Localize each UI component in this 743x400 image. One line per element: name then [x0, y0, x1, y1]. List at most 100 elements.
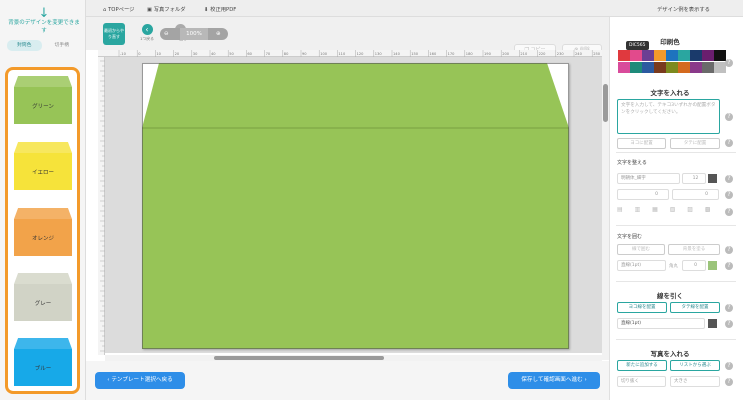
format-text-title: 文字を整える — [617, 160, 647, 166]
ruler-label: 120 — [357, 52, 365, 56]
palette-swatch[interactable] — [642, 62, 654, 73]
crop-select[interactable]: 切り抜く — [617, 376, 666, 387]
ruler-label: 150 — [411, 52, 419, 56]
help-icon[interactable]: ? — [725, 175, 733, 183]
border-button[interactable]: 線で囲む — [617, 244, 665, 255]
help-icon[interactable]: ? — [725, 304, 733, 312]
add-new-photo-button[interactable]: 新たに追加する — [617, 360, 667, 371]
palette-swatch[interactable] — [690, 50, 702, 61]
ruler-label: 130 — [375, 52, 383, 56]
palette-swatch[interactable] — [690, 62, 702, 73]
ruler-label: 110 — [338, 52, 346, 56]
save-and-confirm-button[interactable]: 保存して確認画面へ進む › — [508, 372, 600, 389]
palette-swatch[interactable] — [678, 62, 690, 73]
right-panel: 印刷色 DIC565 ? 文字を入れる 文字を入力して、テキコ3いずれかの配置ボ… — [609, 17, 743, 400]
place-horizontal-line-button[interactable]: ヨコ線を配置 — [617, 302, 667, 313]
help-icon[interactable]: ? — [725, 208, 733, 216]
ruler-label: 40 — [211, 52, 216, 56]
ruler-label: 70 — [266, 52, 271, 56]
ruler-label: 230 — [557, 52, 565, 56]
color-option-gray[interactable]: グレー — [14, 273, 72, 321]
help-icon[interactable]: ? — [725, 246, 733, 254]
photo-folder-link[interactable]: ▣ 写真フォルダ — [147, 5, 186, 13]
palette-swatch[interactable] — [642, 50, 654, 61]
choose-from-list-button[interactable]: リストから選ぶ — [670, 360, 720, 371]
line-spacing-input[interactable]: 0 — [672, 189, 719, 200]
place-horizontal-button[interactable]: ヨコに配置 — [617, 138, 666, 149]
help-icon[interactable]: ? — [725, 113, 733, 121]
line-style-select[interactable]: 直線(1pt) — [617, 318, 705, 329]
ruler-label: 100 — [320, 52, 328, 56]
envelope-flap — [142, 63, 569, 128]
top-page-link[interactable]: ⌂ TOPページ — [103, 5, 134, 13]
corner-radius-input[interactable]: 0 — [682, 260, 706, 271]
letter-spacing-input[interactable]: 0 — [617, 189, 669, 200]
proof-pdf-link[interactable]: ⬇ 校正用PDF — [204, 5, 236, 13]
font-color-swatch[interactable] — [708, 174, 717, 183]
color-option-green[interactable]: グリーン — [14, 76, 72, 124]
color-palette — [618, 50, 726, 74]
palette-swatch[interactable] — [702, 62, 714, 73]
photo-size-select[interactable]: 大きさ — [670, 376, 720, 387]
palette-swatch[interactable] — [654, 62, 666, 73]
ruler-label: 160 — [429, 52, 437, 56]
tab-stamp-pattern[interactable]: 切手柄 — [45, 40, 80, 51]
zoom-out-icon[interactable]: ⊖ — [164, 28, 169, 40]
palette-swatch[interactable] — [666, 62, 678, 73]
restart-button[interactable]: 最初からやり直す — [103, 23, 125, 45]
proof-pdf-label: 校正用PDF — [210, 7, 237, 13]
place-vertical-line-button[interactable]: タテ線を配置 — [670, 302, 720, 313]
help-icon[interactable]: ? — [725, 262, 733, 270]
ruler-label: 250 — [593, 52, 601, 56]
help-icon[interactable]: ? — [725, 362, 733, 370]
bottom-bar: ‹ テンプレート選択へ戻る 保存して確認画面へ進む › — [86, 361, 609, 400]
vertical-scroll-thumb[interactable] — [603, 84, 608, 122]
ruler-label: 30 — [193, 52, 198, 56]
border-line-select[interactable]: 直線(1pt) — [617, 260, 666, 271]
text-input[interactable]: 文字を入力して、テキコ3いずれかの配置ボタンをクリックしてください。 — [617, 99, 720, 134]
color-option-blue[interactable]: ブルー — [14, 338, 72, 386]
back-to-template-button[interactable]: ‹ テンプレート選択へ戻る — [95, 372, 185, 389]
palette-swatch[interactable] — [630, 50, 642, 61]
zoom-in-icon[interactable]: ⊕ — [216, 28, 221, 40]
color-option-orange[interactable]: オレンジ — [14, 208, 72, 256]
show-design-examples-link[interactable]: デザイン例を表示する — [657, 5, 710, 13]
hint-text: 背景のデザインを変更できます — [8, 20, 80, 34]
zoom-control: ⊖ 100% ⊕ — [160, 28, 228, 40]
color-option-label: オレンジ — [31, 236, 54, 242]
border-color-swatch[interactable] — [708, 261, 717, 270]
palette-swatch[interactable] — [666, 50, 678, 61]
palette-swatch[interactable] — [618, 50, 630, 61]
palette-swatch[interactable] — [678, 50, 690, 61]
alignment-buttons[interactable]: ▤ ▥ ▦ ▧ ▨ ▩ — [617, 206, 720, 217]
horizontal-scroll-thumb[interactable] — [214, 356, 384, 360]
help-icon[interactable]: ? — [725, 139, 733, 147]
folder-icon: ▣ — [147, 7, 153, 13]
ruler-label: 210 — [520, 52, 528, 56]
help-icon[interactable]: ? — [725, 59, 733, 67]
help-icon[interactable]: ? — [725, 320, 733, 328]
top-page-label: TOPページ — [108, 7, 135, 13]
ruler-label: 240 — [575, 52, 583, 56]
background-hint: ↓ 背景のデザインを変更できます — [8, 7, 80, 35]
help-icon[interactable]: ? — [725, 191, 733, 199]
place-vertical-button[interactable]: タテに配置 — [670, 138, 720, 149]
undo-button[interactable]: ‹ 1つ戻る — [137, 23, 157, 45]
font-size-select[interactable]: 12 — [682, 173, 706, 184]
color-option-label: ブルー — [34, 366, 52, 372]
tab-envelope-color[interactable]: 封筒色 — [7, 40, 42, 51]
palette-swatch[interactable] — [654, 50, 666, 61]
font-select[interactable]: 明朝体_細字 — [617, 173, 680, 184]
palette-swatch[interactable] — [702, 50, 714, 61]
fill-background-button[interactable]: 背景を塗る — [668, 244, 720, 255]
palette-swatch[interactable] — [618, 62, 630, 73]
help-icon[interactable]: ? — [725, 378, 733, 386]
palette-swatch[interactable] — [714, 50, 726, 61]
envelope-paper — [142, 63, 569, 349]
design-canvas[interactable] — [105, 57, 602, 353]
zoom-select[interactable]: 100% — [180, 28, 208, 40]
line-color-swatch[interactable] — [708, 319, 717, 328]
color-option-yellow[interactable]: イエロー — [14, 142, 72, 190]
download-icon: ⬇ — [204, 7, 209, 13]
palette-swatch[interactable] — [630, 62, 642, 73]
